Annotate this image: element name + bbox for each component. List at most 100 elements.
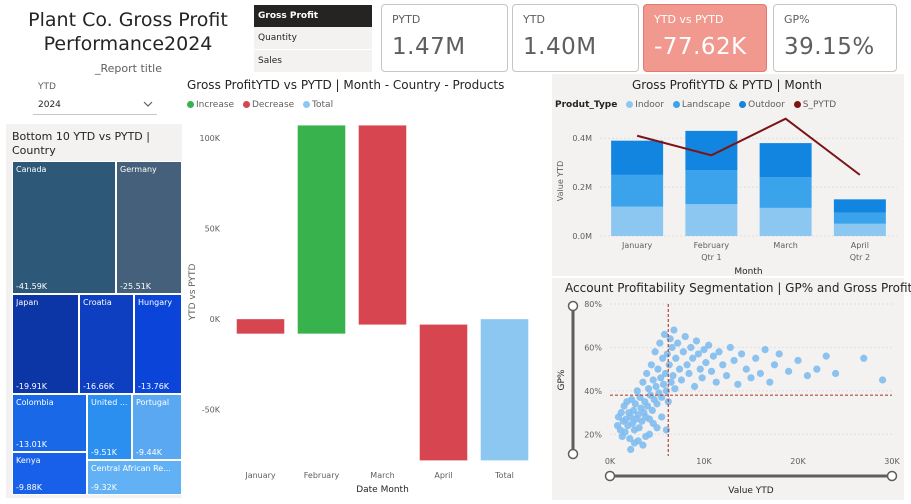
quantity-button[interactable]: Quantity	[254, 27, 372, 49]
treemap-cell-germany[interactable]: Germany -25.51K	[116, 161, 182, 294]
legend-label: Total	[312, 100, 334, 110]
kpi-card-gp-percent: GP% 39.15%	[773, 4, 897, 72]
legend-item-total[interactable]: Total	[303, 100, 333, 110]
slicer-label: YTD	[38, 82, 56, 92]
scatter-point	[633, 387, 641, 395]
scatter-point	[644, 385, 653, 393]
scatter-point	[742, 365, 750, 373]
x-tick-label: January	[621, 241, 653, 250]
scatter-point	[649, 376, 657, 384]
scatter-point	[832, 369, 840, 378]
treemap-cell-japan[interactable]: Japan -19.91K	[12, 294, 79, 394]
scatter-point	[679, 348, 687, 356]
treemap-cell-value: -41.59K	[16, 282, 48, 291]
scatter-point	[648, 406, 656, 414]
scatter-point	[770, 361, 779, 369]
x-tick-label: 30K	[884, 457, 900, 466]
y-tick-label: 0.2M	[572, 183, 592, 192]
y-axis-label: YTD vs PYTD	[188, 264, 198, 322]
scatter-point	[668, 343, 676, 352]
scatter-point	[662, 426, 670, 434]
treemap-cell-central-african-republic[interactable]: Central African Re... -9.32K	[87, 460, 182, 495]
scatter-point	[642, 432, 650, 441]
report-header: Plant Co. Gross Profit Performance2024	[18, 8, 238, 56]
kpi-value: 39.15%	[784, 34, 875, 60]
treemap-cell-value: -16.66K	[83, 382, 115, 391]
x-tick-label: April	[851, 241, 869, 250]
scatter-point	[685, 369, 693, 378]
stacked-bar-segment	[833, 199, 886, 213]
scatter-point	[653, 400, 661, 408]
scatter-point	[658, 413, 666, 421]
scatter-point	[730, 356, 738, 365]
treemap-cell-name: Central African Re...	[91, 464, 171, 473]
scatter-point	[631, 400, 639, 408]
x-slider-handle-right	[886, 470, 898, 482]
scatter-point	[813, 365, 821, 373]
legend-item-landscape[interactable]: Landscape	[672, 100, 730, 110]
x-tick-label: Total	[494, 471, 514, 480]
scatter-point	[660, 330, 669, 338]
scatter-point	[683, 361, 691, 369]
kpi-label: YTD vs PYTD	[654, 13, 724, 26]
legend-dot	[187, 101, 194, 108]
scatter-point	[738, 350, 746, 358]
scatter-point	[691, 382, 699, 391]
kpi-card-ytd-vs-pytd: YTD vs PYTD -77.62K	[643, 4, 767, 72]
gross-profit-button[interactable]: Gross Profit	[254, 5, 372, 27]
scatter-point	[669, 372, 677, 380]
legend-item-decrease[interactable]: Decrease	[242, 100, 295, 110]
treemap-cell-name: Hungary	[138, 298, 173, 307]
treemap-cell-value: -9.44K	[136, 448, 162, 457]
stacked-title: Gross ProfitYTD & PYTD | Month	[632, 78, 822, 92]
y-tick-label: -50K	[202, 406, 221, 415]
y-axis-label: Value YTD	[556, 161, 565, 201]
x-tick-label: March	[773, 241, 797, 250]
scatter-point	[639, 441, 647, 449]
scatter-point	[803, 372, 811, 380]
legend-dot	[242, 101, 250, 108]
treemap-cell-name: Croatia	[83, 298, 112, 307]
scatter-title: Account Profitability Segmentation | GP%…	[565, 281, 911, 295]
waterfall-chart: 100K 50K 0K -50K YTD vs PYTD January February M…	[188, 125, 529, 495]
treemap-cell-croatia[interactable]: Croatia -16.66K	[79, 294, 134, 394]
legend-item-s-pytd[interactable]: S_PYTD	[793, 100, 837, 110]
treemap-cell-kenya[interactable]: Kenya -9.88K	[12, 452, 87, 495]
legend-item-indoor[interactable]: Indoor	[626, 100, 664, 110]
treemap-cell-canada[interactable]: Canada -41.59K	[12, 161, 116, 294]
stacked-column-chart: 0.0M 0.2M 0.4M Value YTD January February Marc…	[556, 117, 897, 276]
sales-button[interactable]: Sales	[254, 50, 372, 72]
scatter-point	[635, 424, 643, 432]
scatter-point	[860, 354, 868, 362]
scatter-point	[766, 378, 774, 386]
kpi-value: -77.62K	[654, 34, 747, 60]
y-tick-label: 0.4M	[572, 134, 592, 143]
x-zoom-slider[interactable]	[604, 470, 898, 482]
treemap-cell-united[interactable]: United ... -9.51K	[87, 394, 132, 460]
treemap-cell-portugal[interactable]: Portugal -9.44K	[132, 394, 182, 460]
scatter-point	[712, 378, 720, 386]
legend-label: S_PYTD	[802, 100, 837, 110]
y-axis-label: GP%	[557, 369, 567, 390]
scatter-point	[726, 343, 734, 352]
treemap-cell-value: -13.76K	[138, 382, 170, 391]
legend-item-increase[interactable]: Increase	[187, 100, 234, 110]
treemap-cell-hungary[interactable]: Hungary -13.76K	[134, 294, 182, 394]
y-zoom-slider[interactable]	[567, 300, 579, 460]
report-subtitle: _Report title	[95, 62, 162, 75]
x-group-label: Qtr 2	[850, 253, 870, 262]
s-pytd-line	[636, 117, 861, 176]
legend-label: Decrease	[251, 100, 295, 110]
treemap-cell-value: -13.01K	[16, 440, 48, 449]
legend-item-outdoor[interactable]: Outdoor	[739, 100, 785, 110]
treemap-cell-value: -9.32K	[91, 483, 117, 492]
year-slicer-dropdown[interactable]: 2024	[33, 96, 157, 115]
stacked-bar-segment	[759, 207, 812, 236]
stacked-bar-segment	[833, 212, 886, 224]
waterfall-title: Gross ProfitYTD vs PYTD | Month - Countr…	[187, 78, 505, 92]
treemap-cell-name: Kenya	[16, 456, 41, 465]
x-tick-label: April	[434, 471, 452, 480]
treemap-cell-colombia[interactable]: Colombia -13.01K	[12, 394, 87, 452]
stacked-bar-segment	[611, 206, 664, 236]
report-title-line1: Plant Co. Gross Profit	[28, 9, 228, 31]
